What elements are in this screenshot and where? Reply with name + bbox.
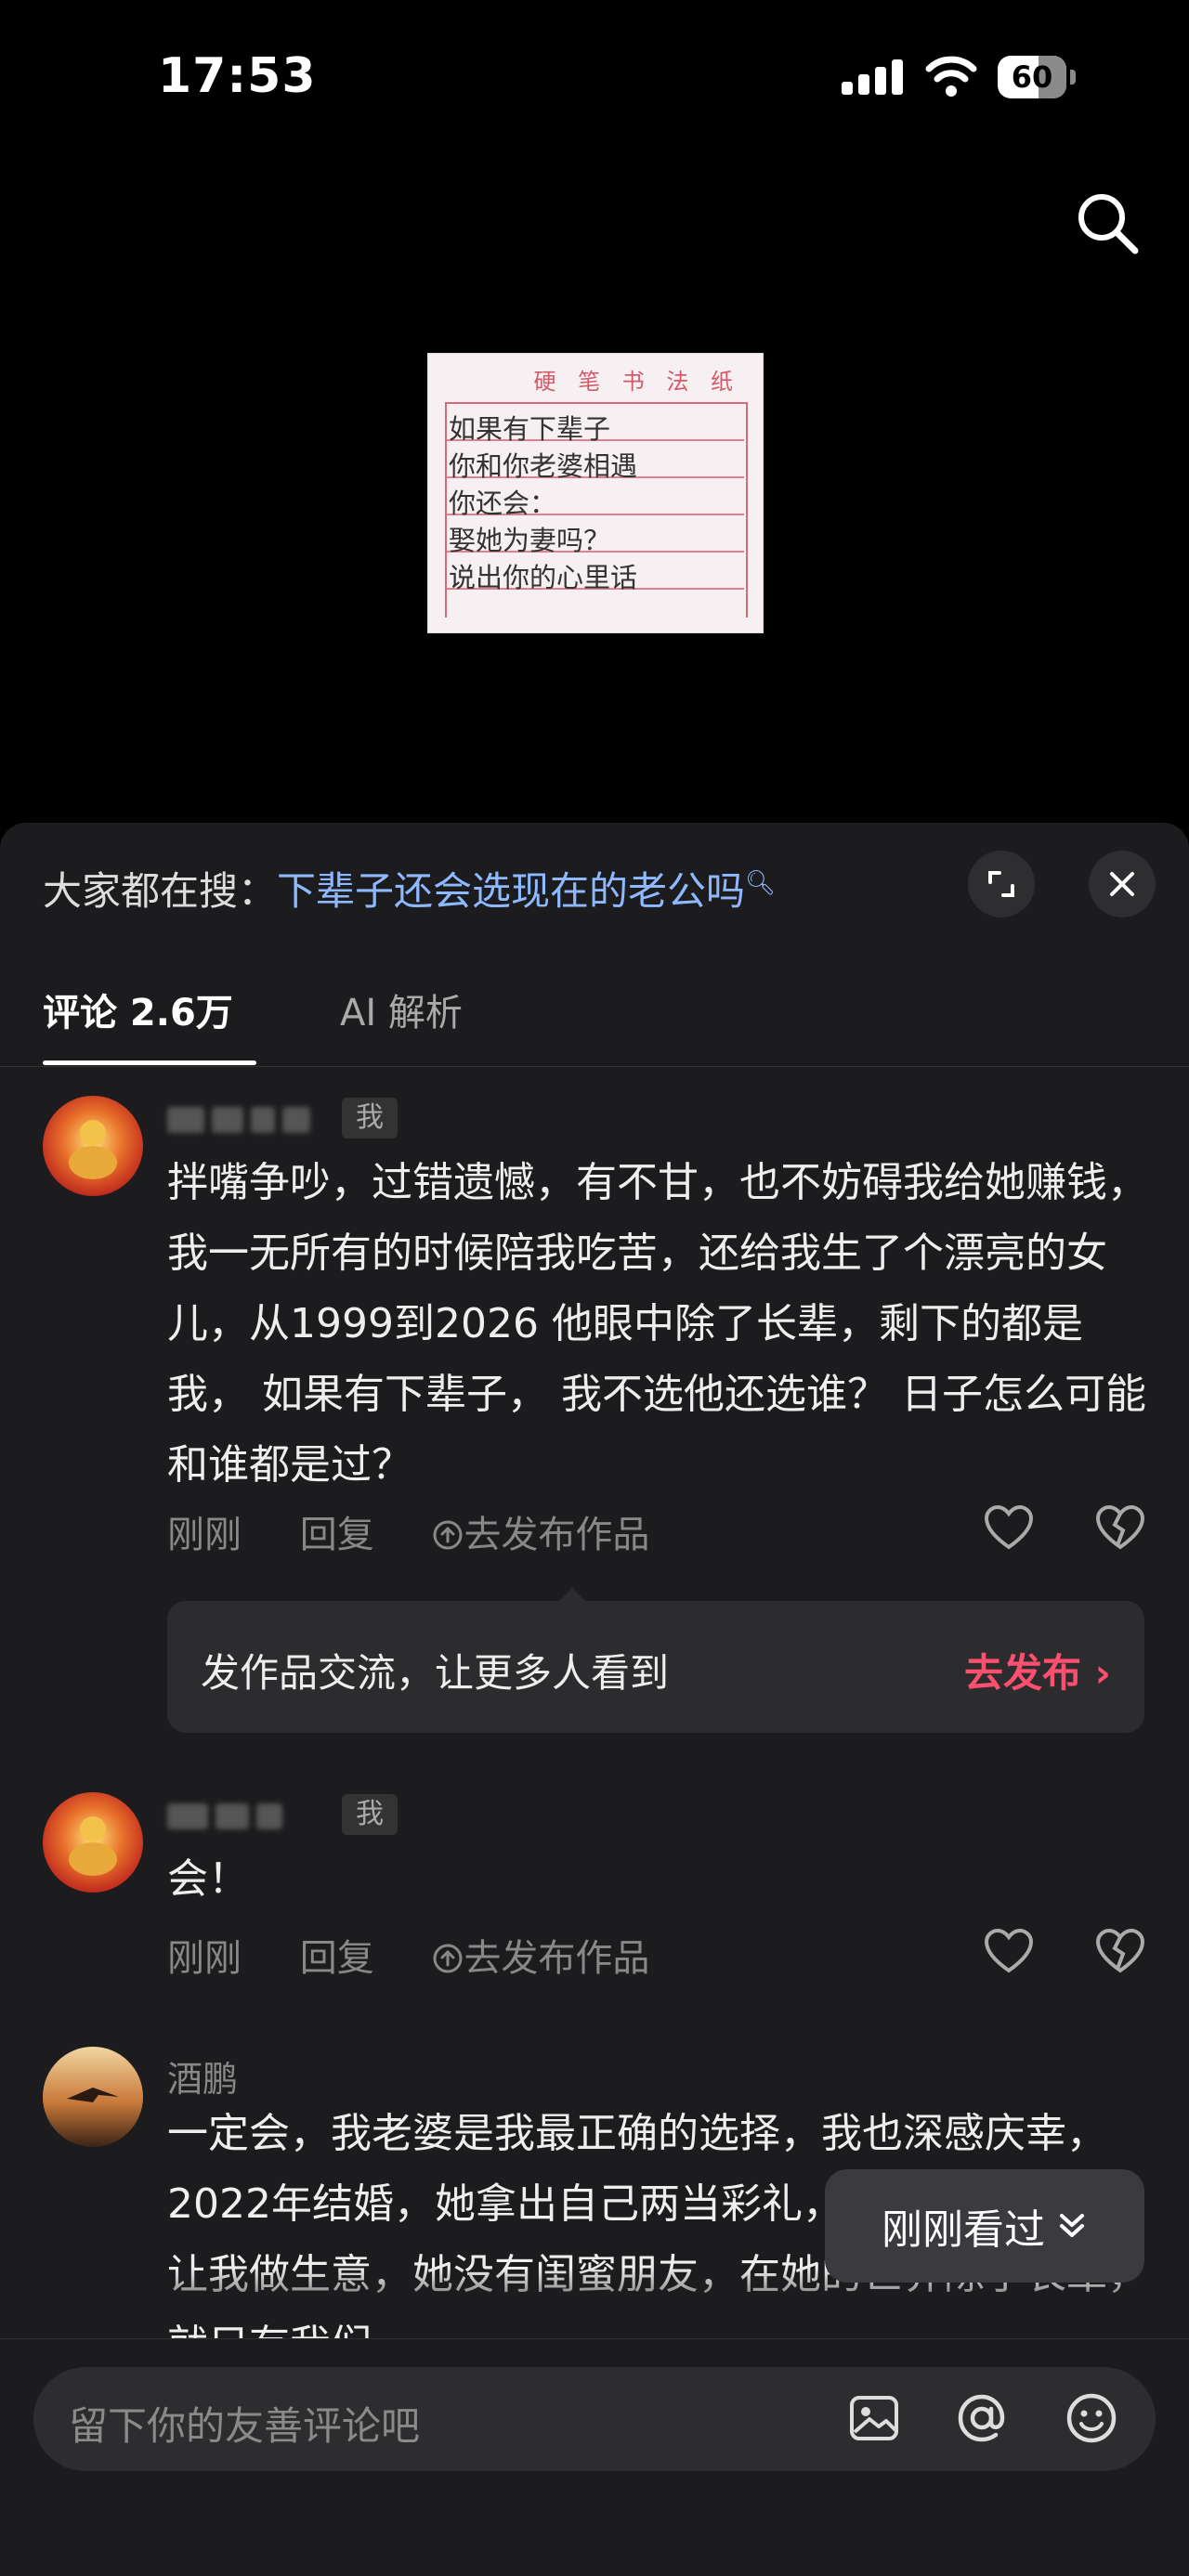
mention-icon[interactable]: [951, 2387, 1013, 2449]
active-tab-indicator: [43, 1060, 256, 1065]
status-bar: 17:53 60: [0, 0, 1189, 158]
handwritten-line: 说出你的心里话: [449, 562, 638, 593]
tab-comments[interactable]: 评论 2.6万: [43, 982, 233, 1036]
search-small-icon: 🔍︎: [745, 869, 777, 897]
cellular-signal-icon: [842, 59, 903, 95]
battery-percent: 60: [1011, 59, 1053, 95]
publish-work-button[interactable]: 去发布作品: [432, 1514, 649, 1556]
me-tag: 我: [342, 1098, 398, 1138]
publish-work-button[interactable]: 去发布作品: [432, 1937, 649, 1980]
comment-input-bar: 留下你的友善评论吧: [0, 2338, 1189, 2576]
double-chevron-down-icon: [1060, 2214, 1084, 2237]
upload-circle-icon: [433, 1520, 463, 1550]
me-tag: 我: [342, 1794, 398, 1835]
hot-search-prefix: 大家都在搜：: [43, 868, 278, 914]
tab-ai-analysis[interactable]: AI 解析: [340, 982, 463, 1036]
reply-button[interactable]: 回复: [300, 1514, 374, 1556]
expand-icon: [988, 871, 1014, 897]
hot-search-link[interactable]: 下辈子还会选现在的老公吗: [277, 868, 745, 914]
comment-text: 拌嘴争吵，过错遗憾，有不甘，也不妨碍我给她赚钱，我一无所有的时候陪我吃苦，还给我…: [167, 1159, 1148, 1489]
publish-promo-box[interactable]: 发作品交流，让更多人看到 去发布 ›: [167, 1588, 1144, 1733]
recently-viewed-button[interactable]: 刚刚看过: [825, 2169, 1144, 2283]
comment-tabs: 评论 2.6万 AI 解析: [0, 962, 1189, 1067]
expand-button[interactable]: [968, 851, 1035, 917]
comment-input[interactable]: 留下你的友善评论吧: [33, 2367, 1156, 2471]
battery-icon: 60: [998, 56, 1076, 100]
comment-text: 会！: [167, 1855, 249, 1903]
upload-circle-icon: [433, 1944, 463, 1973]
commenter-name[interactable]: [167, 1101, 318, 1138]
comment-input-placeholder: 留下你的友善评论吧: [69, 2403, 421, 2449]
reply-button[interactable]: 回复: [300, 1937, 374, 1980]
heart-icon[interactable]: [983, 1928, 1035, 1976]
comment-panel: 大家都在搜：下辈子还会选现在的老公吗🔍︎ 评论 2.6万 AI 解析 我 拌嘴争…: [0, 823, 1189, 2576]
commenter-name[interactable]: 酒鹏: [167, 2050, 238, 2101]
broken-heart-icon[interactable]: [1094, 1504, 1146, 1553]
search-icon[interactable]: [1070, 186, 1144, 260]
comment-time: 刚刚: [167, 1937, 242, 1980]
commenter-name[interactable]: [167, 1798, 290, 1835]
heart-icon[interactable]: [983, 1504, 1035, 1553]
paper-title: 硬 笔 书 法 纸: [533, 369, 740, 395]
handwritten-line: 如果有下辈子: [449, 413, 611, 445]
image-icon[interactable]: [843, 2387, 905, 2449]
broken-heart-icon[interactable]: [1094, 1928, 1146, 1976]
clock: 17:53: [158, 48, 317, 104]
close-button[interactable]: [1089, 851, 1156, 917]
avatar[interactable]: [43, 1096, 143, 1196]
wifi-icon: [925, 56, 977, 97]
hot-search-bar[interactable]: 大家都在搜：下辈子还会选现在的老公吗🔍︎: [43, 860, 776, 917]
emoji-icon[interactable]: [1061, 2387, 1122, 2449]
avatar[interactable]: [43, 2047, 143, 2147]
comment-time: 刚刚: [167, 1514, 242, 1556]
promo-text: 发作品交流，让更多人看到: [201, 1650, 670, 1696]
go-publish-button[interactable]: 去发布 ›: [964, 1642, 1111, 1698]
handwritten-line: 娶她为妻吗？: [449, 525, 611, 556]
avatar[interactable]: [43, 1792, 143, 1893]
close-icon: [1110, 872, 1134, 896]
handwritten-line: 你还会：: [449, 488, 557, 519]
post-image[interactable]: 硬 笔 书 法 纸 如果有下辈子 你和你老婆相遇 你还会： 娶她为妻吗？ 说出你…: [427, 353, 764, 633]
handwritten-line: 你和你老婆相遇: [449, 450, 638, 482]
